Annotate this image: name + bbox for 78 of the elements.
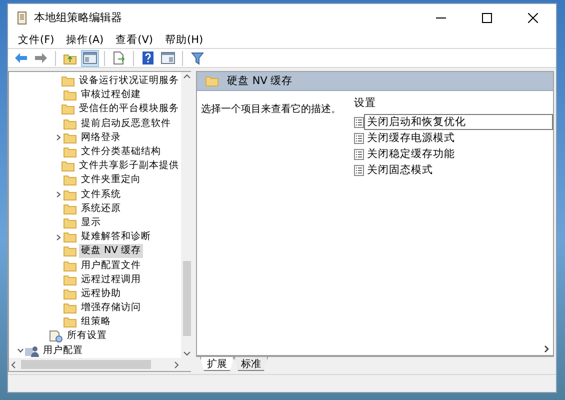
tree-item[interactable]: 审核过程创建 [79,88,143,102]
setting-item[interactable]: 关闭缓存电源模式 [364,130,553,146]
folder-icon [63,89,77,102]
tree-item[interactable]: 组策略 [79,315,113,330]
forward-arrow-icon [34,51,48,65]
folder-icon [63,260,77,272]
folder-icon [63,245,77,258]
menu-item[interactable]: 帮助(H) [159,31,210,48]
tree-item[interactable]: 远程过程调用 [79,272,143,287]
user-icon [25,344,39,357]
folder-icon [63,174,77,186]
toolbar-button[interactable] [188,50,206,66]
menu-item[interactable]: 操作(A) [60,31,110,48]
tree-item[interactable]: 用户配置 [41,344,85,358]
tree-item[interactable]: 所有设置 [65,329,109,344]
help-icon [142,51,154,65]
pane-header: 硬盘 NV 缓存 [227,74,293,88]
pane-icon [83,52,97,64]
tree-item[interactable]: 系统还原 [79,202,123,216]
properties-icon [161,52,175,64]
setting-icon [354,132,364,144]
tree-item[interactable]: 用户配置文件 [79,258,143,273]
app-icon [16,10,28,24]
column-header[interactable]: 设置 [354,96,376,110]
tree-item[interactable]: 显示 [79,216,103,230]
tree-item[interactable]: 设备运行状况证明服务 [77,74,181,88]
menu-item[interactable]: 文件(F) [12,31,60,48]
folder-up-icon [63,52,77,64]
folder-icon [63,302,77,314]
folder-icon [205,75,219,87]
setting-item[interactable]: 关闭稳定缓存功能 [364,146,553,162]
folder-icon [63,146,77,158]
close-icon [528,12,538,22]
tree-item[interactable]: 网络登录 [79,130,123,145]
back-arrow-icon [14,51,28,65]
tree-item[interactable]: 受信任的平台模块服务 [77,102,181,116]
folder-icon [63,188,77,201]
tree-item[interactable]: 增强存储访问 [79,301,143,316]
folder-icon [61,75,75,88]
folder-icon [61,160,75,172]
setting-icon [354,148,364,160]
scrollbar-thumb[interactable] [21,360,151,369]
folder-icon [63,274,77,286]
folder-icon [63,316,77,328]
description-text: 选择一个项目来查看它的描述。 [201,104,341,115]
tree-item[interactable]: 文件夹重定向 [79,173,143,188]
tree-item[interactable]: 疑难解答和诊断 [79,230,153,244]
tree-item[interactable]: 文件系统 [79,188,123,202]
horizontal-scrollbar[interactable] [9,358,181,371]
folder-icon [63,202,77,215]
scrollbar-thumb[interactable] [183,261,191,336]
tree-item[interactable]: 文件共享影子副本提供 [77,159,181,174]
tree-item[interactable]: 文件分类基础结构 [79,145,163,160]
vertical-scrollbar[interactable] [181,72,193,358]
export-icon [112,51,126,65]
setting-item[interactable]: 关闭固态模式 [364,162,553,178]
setting-item[interactable]: 关闭启动和恢复优化 [364,114,553,130]
tree-item[interactable]: 硬盘 NV 缓存 [79,244,143,258]
settings-list-icon [49,329,63,344]
maximize-icon [482,12,492,22]
filter-icon [190,52,204,64]
toolbar-button[interactable] [159,50,177,66]
tree-item[interactable]: 提前启动反恶意软件 [79,116,173,131]
folder-icon [61,103,75,116]
toolbar-button[interactable] [81,50,99,66]
folder-icon [63,132,77,144]
menu-item[interactable]: 查看(V) [110,31,160,48]
folder-icon [63,231,77,244]
view-tab[interactable]: 标准 [234,357,268,371]
folder-icon [63,288,77,300]
scroll-right-icon[interactable] [544,345,550,353]
view-tab[interactable]: 扩展 [200,357,234,371]
setting-icon [354,116,364,128]
folder-icon [63,118,77,130]
tree-item[interactable]: 远程协助 [79,286,123,301]
folder-icon [63,216,77,229]
setting-icon [354,164,364,176]
window-title: 本地组策略编辑器 [34,10,123,25]
